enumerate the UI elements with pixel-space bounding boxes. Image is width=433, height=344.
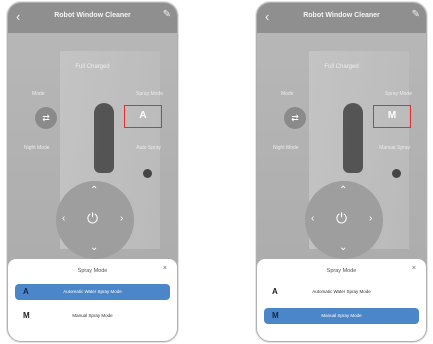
power-icon[interactable]: ⏻ (87, 211, 98, 225)
spray-mode-label: Spray Mode (385, 91, 412, 97)
spray-mode-button[interactable]: A (124, 105, 162, 128)
chevron-up-icon[interactable]: ⌃ (339, 186, 347, 196)
person-silhouette (94, 103, 114, 173)
chevron-down-icon[interactable]: ⌄ (339, 243, 347, 253)
mode-label: Mode (281, 91, 294, 97)
swap-icon[interactable]: ⇄ (35, 107, 57, 129)
chevron-left-icon[interactable]: ‹ (311, 214, 314, 224)
night-mode-label: Night Mode (273, 145, 299, 151)
close-icon[interactable]: × (163, 265, 167, 272)
spray-option-manual[interactable]: M Manual Spray Mode (15, 308, 170, 324)
spray-type-label: Auto Spray (136, 145, 161, 151)
battery-status: Full Charged (75, 64, 110, 70)
sheet-title: Spray Mode (326, 268, 357, 274)
battery-status: Full Charged (324, 64, 359, 70)
chevron-up-icon[interactable]: ⌃ (90, 186, 98, 196)
edit-icon[interactable]: ✎ (163, 9, 171, 20)
spray-drop-icon[interactable] (143, 169, 152, 178)
spray-mode-sheet: Spray Mode × A Automatic Water Spray Mod… (8, 259, 177, 341)
chevron-right-icon[interactable]: › (120, 214, 123, 224)
spray-mode-label: Spray Mode (136, 91, 163, 97)
spray-drop-icon[interactable] (392, 169, 401, 178)
chevron-right-icon[interactable]: › (369, 214, 372, 224)
spray-mode-button[interactable]: M (373, 105, 411, 128)
person-silhouette (343, 103, 363, 173)
page-title: Robot Window Cleaner (54, 12, 131, 19)
mode-label: Mode (32, 91, 45, 97)
option-label: Automatic Water Spray Mode (63, 289, 122, 294)
power-icon[interactable]: ⏻ (336, 211, 347, 225)
spray-type-label: Manual Spray (379, 145, 410, 151)
option-label: Manual Spray Mode (72, 313, 113, 318)
direction-pad: ⌃ ‹ ⏻ › ⌄ (305, 181, 383, 259)
page-title: Robot Window Cleaner (303, 12, 380, 19)
close-icon[interactable]: × (412, 265, 416, 272)
spray-option-automatic[interactable]: A Automatic Water Spray Mode (15, 284, 170, 300)
chevron-left-icon[interactable]: ‹ (62, 214, 65, 224)
edit-icon[interactable]: ✎ (412, 9, 420, 20)
app-header: ‹ Robot Window Cleaner ✎ (257, 3, 426, 33)
swap-icon[interactable]: ⇄ (284, 107, 306, 129)
app-header: ‹ Robot Window Cleaner ✎ (8, 3, 177, 33)
spray-option-automatic[interactable]: A Automatic Water Spray Mode (264, 284, 419, 300)
spray-option-manual[interactable]: M Manual Spray Mode (264, 308, 419, 324)
night-mode-label: Night Mode (24, 145, 50, 151)
option-label: Automatic Water Spray Mode (312, 289, 371, 294)
phone-screen-manual: ‹ Robot Window Cleaner ✎ Full Charged Mo… (256, 2, 427, 342)
direction-pad: ⌃ ‹ ⏻ › ⌄ (56, 181, 134, 259)
phone-screen-auto: ‹ Robot Window Cleaner ✎ Full Charged Mo… (7, 2, 178, 342)
spray-mode-sheet: Spray Mode × A Automatic Water Spray Mod… (257, 259, 426, 341)
option-label: Manual Spray Mode (321, 313, 362, 318)
sheet-title: Spray Mode (77, 268, 108, 274)
chevron-down-icon[interactable]: ⌄ (90, 243, 98, 253)
